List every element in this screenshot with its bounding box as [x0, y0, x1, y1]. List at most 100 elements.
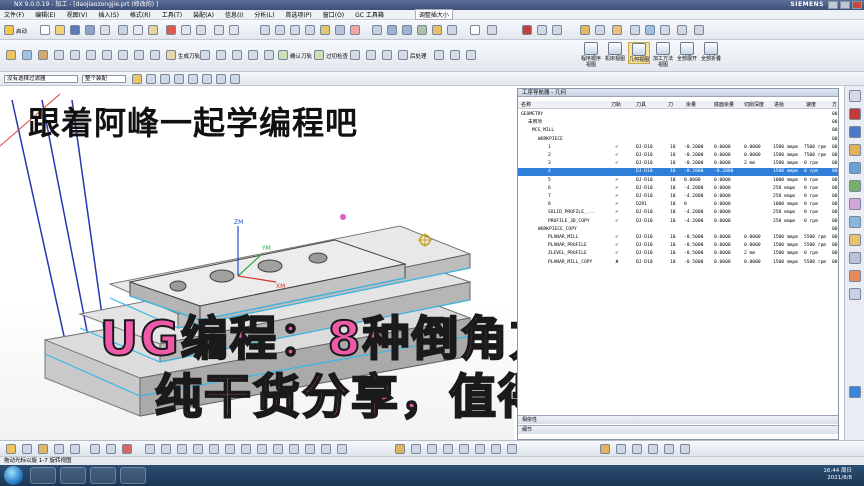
table-icon[interactable]	[660, 25, 670, 35]
measure-icon[interactable]	[630, 25, 640, 35]
create-program-icon[interactable]	[6, 50, 16, 60]
unite-icon[interactable]	[257, 444, 267, 454]
magnify-icon[interactable]	[387, 25, 397, 35]
arc-icon[interactable]	[70, 444, 80, 454]
operation-navigator[interactable]: 工序导航器 - 几何 名称 刀轨 刀具 刀 余量 底面余量 切削深度 进给 速度…	[517, 88, 839, 440]
display-icon[interactable]	[487, 25, 497, 35]
generate-path-icon[interactable]	[166, 50, 176, 60]
navigator-row[interactable]: 3 ✔ DJ-D10 10 -0.2000 0.0000 2 mm 1500 mmpm 0 rp…	[518, 160, 838, 168]
system-clock[interactable]: 16:44 周日 2021/8/8	[823, 468, 852, 482]
midpoint-icon[interactable]	[188, 74, 198, 84]
program-view-button[interactable]: 程序顺序视图	[580, 42, 602, 68]
circle-icon[interactable]	[90, 444, 100, 454]
navigator-row[interactable]: PLANAR_PROFILE ✔ DJ-D10 10 -0.5000 0.0000 0.00…	[518, 242, 838, 250]
offset-face-icon[interactable]	[459, 444, 469, 454]
open-folder-icon[interactable]	[55, 25, 65, 35]
view-icon[interactable]	[350, 25, 360, 35]
web-browser-icon[interactable]	[849, 180, 861, 192]
grid-icon[interactable]	[645, 25, 655, 35]
col-floor-stock[interactable]: 底面余量	[714, 101, 734, 109]
col-tool[interactable]: 刀具	[636, 101, 646, 109]
menu-info[interactable]: 信息(I)	[225, 10, 243, 19]
create-geometry-icon[interactable]	[38, 50, 48, 60]
start-label[interactable]: 启动	[16, 27, 27, 35]
menu-gc-toolbox[interactable]: GC 工具箱	[355, 10, 384, 19]
navigator-row[interactable]: PLANAR_MILL ✔ DJ-D10 10 -0.5000 0.0000 0.0000 1…	[518, 234, 838, 242]
redo-icon[interactable]	[229, 25, 239, 35]
delete-icon[interactable]	[166, 25, 176, 35]
crosshair-icon[interactable]	[22, 444, 32, 454]
navigator-row[interactable]: 未用项 00	[518, 119, 838, 127]
menu-analysis[interactable]: 分析(L)	[254, 10, 274, 19]
clsf-icon[interactable]	[450, 50, 460, 60]
snap-icon[interactable]	[132, 74, 142, 84]
menu-file[interactable]: 文件(F)	[4, 10, 24, 19]
cls-icon[interactable]	[466, 50, 476, 60]
expand-all-button[interactable]: 全部展开	[676, 42, 698, 62]
block-icon[interactable]	[395, 444, 405, 454]
overcut-check-label[interactable]: 过切检查	[326, 52, 348, 60]
endpoint-icon[interactable]	[174, 74, 184, 84]
measure-distance-icon[interactable]	[600, 444, 610, 454]
collapse-all-button[interactable]: 全部折叠	[700, 42, 722, 62]
selection-filter-dropdown[interactable]: 没有选择过滤器	[4, 75, 78, 83]
generate-icon[interactable]	[150, 50, 160, 60]
navigator-row[interactable]: ZLEVEL_PROFILE ✔ DJ-D10 10 -0.5000 0.0000 2 mm…	[518, 250, 838, 258]
slot-icon[interactable]	[225, 444, 235, 454]
create-method-icon[interactable]	[54, 50, 64, 60]
color-icon[interactable]	[432, 25, 442, 35]
face-analysis-icon[interactable]	[680, 444, 690, 454]
menu-insert[interactable]: 插入(S)	[98, 10, 119, 19]
menu-view[interactable]: 视图(V)	[67, 10, 88, 19]
post-process-label[interactable]: 后处理	[410, 52, 427, 60]
list-icon[interactable]	[196, 25, 206, 35]
boss-icon[interactable]	[193, 444, 203, 454]
csys-icon[interactable]	[537, 25, 547, 35]
zoom-icon[interactable]	[275, 25, 285, 35]
filter-icon[interactable]	[146, 74, 156, 84]
report-icon[interactable]	[366, 50, 376, 60]
dependency-section[interactable]: 相依性	[518, 415, 838, 424]
history-icon[interactable]	[849, 126, 861, 138]
list-path-icon[interactable]	[216, 50, 226, 60]
taskbar-explorer-icon[interactable]	[30, 467, 56, 484]
machine-view-button[interactable]: 机床视图	[604, 42, 626, 62]
palette-icon[interactable]	[849, 198, 861, 210]
replay-icon[interactable]	[200, 50, 210, 60]
col-stock[interactable]: 余量	[686, 101, 696, 109]
menu-resize[interactable]: 调整插大小	[414, 9, 453, 20]
shell-icon[interactable]	[337, 444, 347, 454]
col-feed[interactable]: 进给	[774, 101, 784, 109]
taskbar-nx-icon[interactable]	[90, 467, 116, 484]
navigator-row[interactable]: 2 ✔ DJ-D10 10 -0.2000 0.0000 0.0000 1500 mmpm 75…	[518, 152, 838, 160]
hole-icon[interactable]	[177, 444, 187, 454]
navigator-row[interactable]: WORKPIECE 00	[518, 136, 838, 144]
navigator-row[interactable]: 1 ✔ DJ-D10 10 -0.2000 0.0000 0.0000 1500 mmpm 75…	[518, 144, 838, 152]
start-button[interactable]	[4, 466, 23, 485]
pocket-icon[interactable]	[209, 444, 219, 454]
confirm-path-icon[interactable]	[278, 50, 288, 60]
col-speed[interactable]: 速度	[806, 101, 816, 109]
doc-icon[interactable]	[350, 50, 360, 60]
shaded-icon[interactable]	[320, 25, 330, 35]
navigator-row[interactable]: PROFILE_3D_COPY ✔ DJ-D10 10 -4.2000 0.0000 250…	[518, 218, 838, 226]
intersect-icon[interactable]	[230, 74, 240, 84]
navigator-row[interactable]: SOLID_PROFILE_... ✔ DJ-D10 10 -4.2000 0.0000 2…	[518, 209, 838, 217]
system-materials-icon[interactable]	[849, 144, 861, 156]
create-tool-icon[interactable]	[22, 50, 32, 60]
navigator-row[interactable]: 7 ✔ DJ-D10 10 -4.2000 0.0000 250 mmpm 0 rpm 00	[518, 193, 838, 201]
geometry-view-button[interactable]: 几何视图	[628, 42, 650, 64]
pan-icon[interactable]	[290, 25, 300, 35]
roles-icon[interactable]	[849, 162, 861, 174]
save-icon[interactable]	[70, 25, 80, 35]
overcut-check-icon[interactable]	[314, 50, 324, 60]
rectangle-icon[interactable]	[106, 444, 116, 454]
cylinder-icon[interactable]	[411, 444, 421, 454]
machine-icon[interactable]	[232, 50, 242, 60]
col-name[interactable]: 名称	[521, 101, 531, 109]
copy-icon[interactable]	[133, 25, 143, 35]
numbered-icon[interactable]	[264, 50, 274, 60]
navigator-row[interactable]: PLANAR_MILL_COPY ✘ DJ-D10 10 -0.5000 0.0000 0.…	[518, 259, 838, 267]
new-file-icon[interactable]	[40, 25, 50, 35]
pattern-icon[interactable]	[507, 444, 517, 454]
